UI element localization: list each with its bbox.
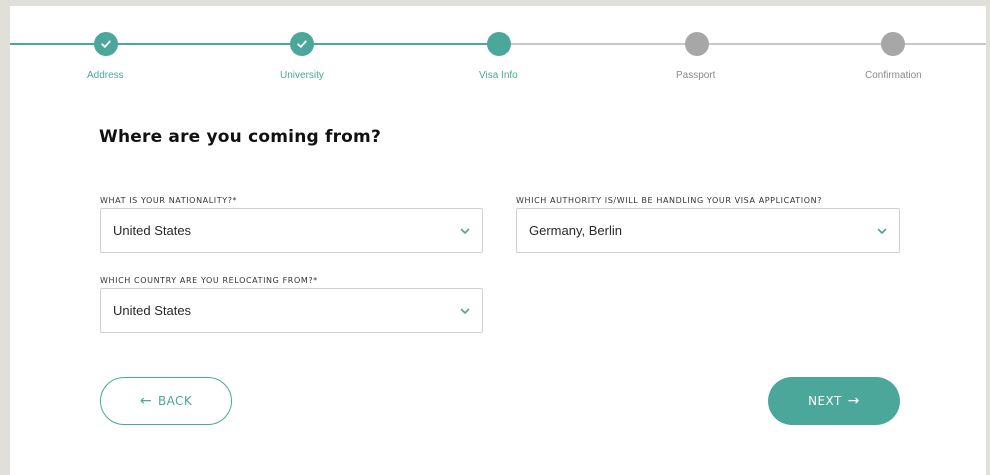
- step-confirmation-indicator: [881, 32, 905, 56]
- chevron-down-icon: [877, 228, 887, 234]
- progress-line-remaining: [500, 43, 986, 45]
- checkmark-icon: [101, 40, 111, 48]
- progress-line-completed: [10, 43, 500, 45]
- chevron-down-icon: [460, 308, 470, 314]
- step-university-label[interactable]: University: [280, 70, 324, 81]
- step-passport-label: Passport: [676, 70, 716, 81]
- form-card: Address University Visa Info Passport Co…: [10, 6, 986, 475]
- nationality-label: WHAT IS YOUR NATIONALITY?*: [100, 196, 238, 205]
- nationality-select[interactable]: United States: [100, 208, 483, 253]
- arrow-left-icon: ←: [139, 393, 153, 409]
- checkmark-icon: [297, 40, 307, 48]
- step-visa-info-indicator: [487, 32, 511, 56]
- back-button[interactable]: ← BACK: [100, 377, 232, 425]
- arrow-right-icon: →: [847, 393, 860, 409]
- visa-authority-selected-value: Germany, Berlin: [529, 223, 622, 238]
- step-university-indicator[interactable]: [290, 32, 314, 56]
- page-title: Where are you coming from?: [99, 127, 382, 147]
- visa-authority-label: WHICH AUTHORITY IS/WILL BE HANDLING YOUR…: [516, 196, 823, 205]
- step-confirmation-label: Confirmation: [865, 70, 922, 81]
- back-button-label: BACK: [158, 394, 193, 408]
- step-passport-indicator: [685, 32, 709, 56]
- step-visa-info-label: Visa Info: [479, 70, 518, 81]
- chevron-down-icon: [460, 228, 470, 234]
- next-button[interactable]: NEXT →: [768, 377, 900, 425]
- nationality-selected-value: United States: [113, 223, 192, 238]
- step-address-label[interactable]: Address: [87, 70, 124, 81]
- relocating-from-label: WHICH COUNTRY ARE YOU RELOCATING FROM?*: [100, 276, 318, 285]
- step-address-indicator[interactable]: [94, 32, 118, 56]
- next-button-label: NEXT: [808, 394, 842, 408]
- visa-authority-select[interactable]: Germany, Berlin: [516, 208, 900, 253]
- relocating-from-select[interactable]: United States: [100, 288, 483, 333]
- relocating-from-selected-value: United States: [113, 303, 192, 318]
